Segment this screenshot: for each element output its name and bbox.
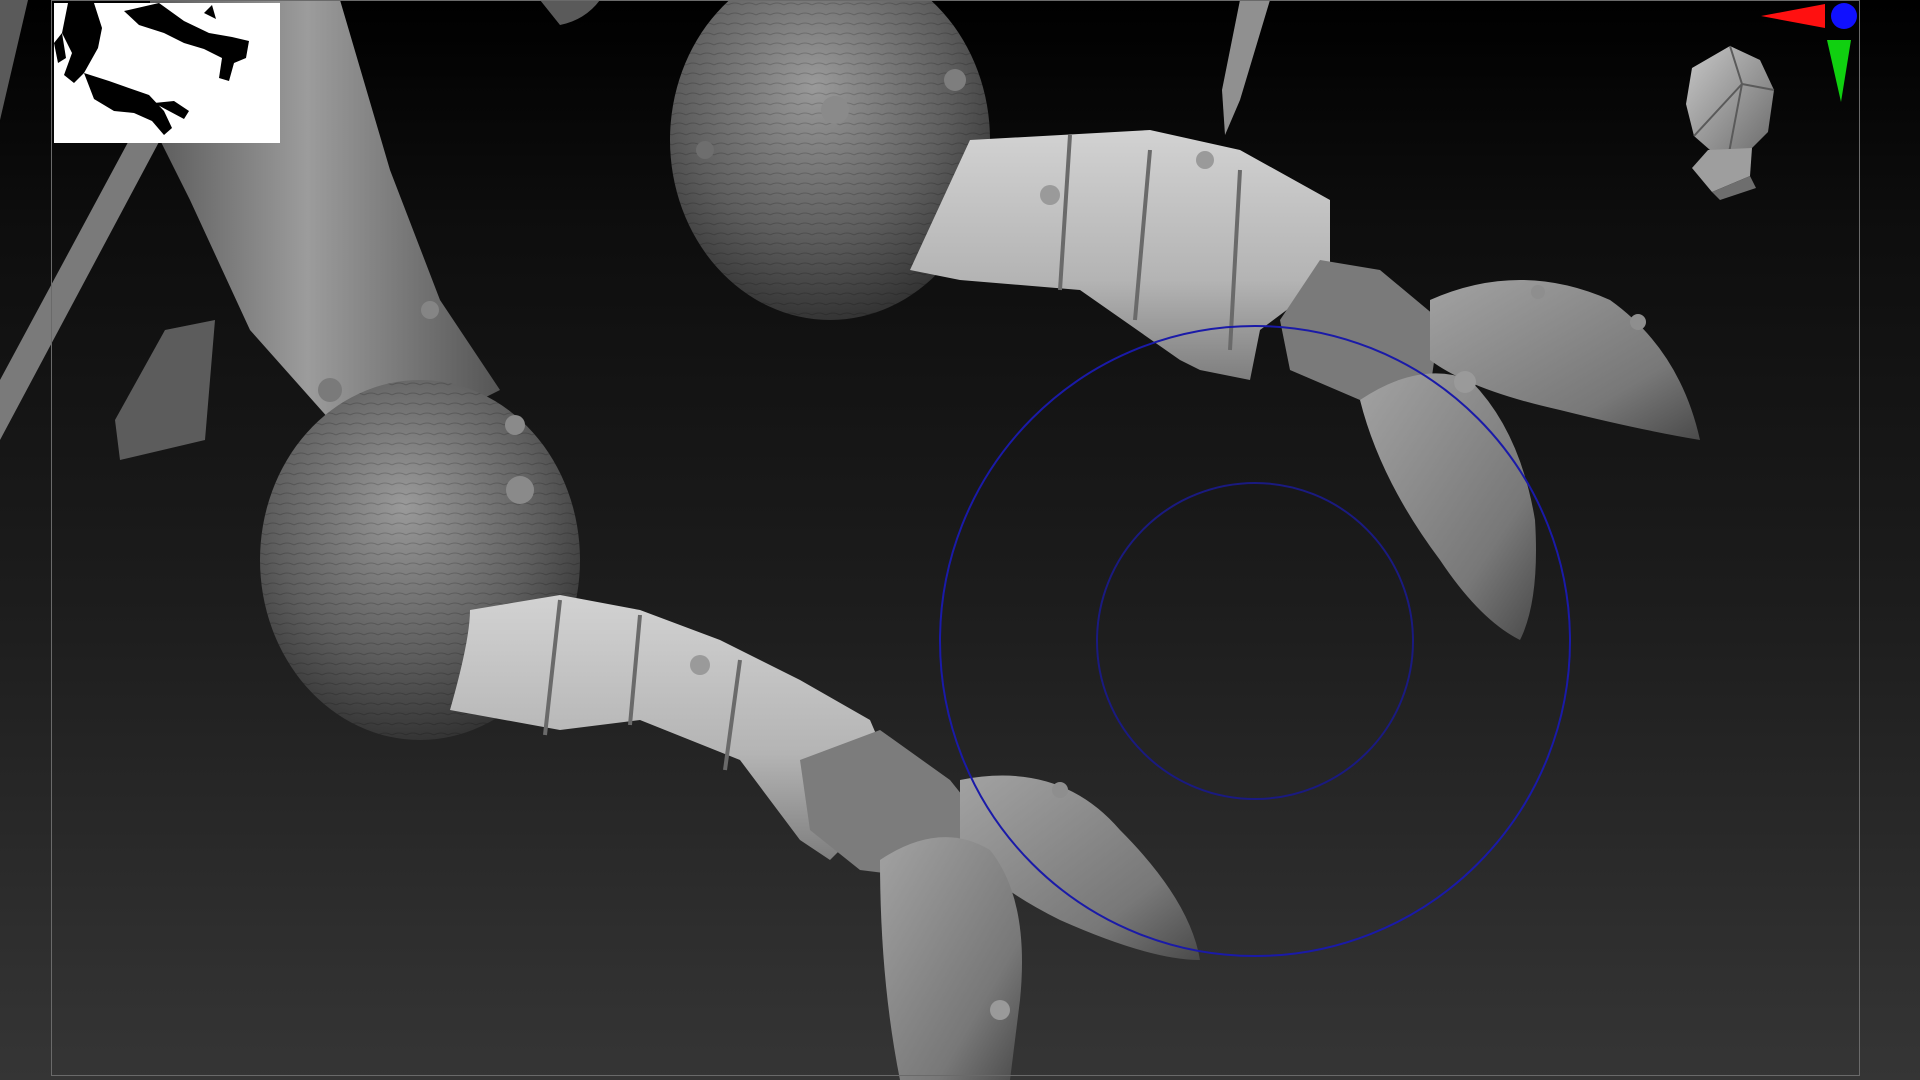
right-foot-segments — [910, 130, 1330, 380]
top-left-blob — [540, 0, 600, 25]
sculpted-model[interactable] — [0, 0, 1920, 1080]
head-navigation-icon[interactable] — [1672, 40, 1782, 200]
left-leg-flap — [115, 320, 215, 460]
top-spike — [1222, 0, 1270, 135]
right-claw-inner — [1360, 373, 1536, 640]
thumbnail-preview[interactable] — [54, 3, 280, 143]
silhouette-icon — [54, 3, 249, 135]
axis-y-arrow-icon[interactable] — [1827, 40, 1851, 102]
axis-x-arrow-icon[interactable] — [1761, 4, 1825, 28]
axis-z-dot-icon[interactable] — [1831, 3, 1857, 29]
branch-stick-left — [0, 0, 28, 120]
left-claw-down — [880, 837, 1022, 1080]
document-canvas[interactable] — [0, 0, 1920, 1080]
